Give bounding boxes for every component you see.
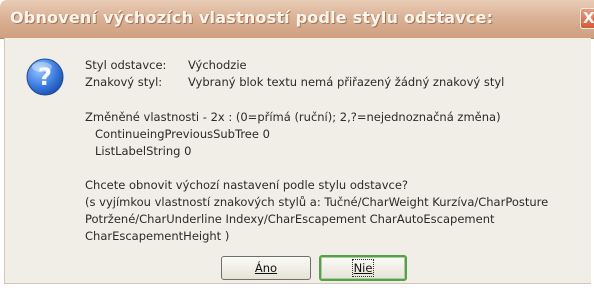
title-bar[interactable]: Obnovení výchozích vlastností podle styl… <box>0 0 594 39</box>
window-title: Obnovení výchozích vlastností podle styl… <box>10 8 494 27</box>
changed-property-item: ListLabelString 0 <box>95 144 192 158</box>
paragraph-style-value: Východzie <box>188 58 247 72</box>
question-line: Chcete obnovit výchozí nastavení podle s… <box>85 178 409 192</box>
question-icon: ? <box>26 58 64 96</box>
close-button[interactable]: X <box>580 8 594 29</box>
close-icon: X <box>583 9 594 27</box>
char-style-label: Znakový styl: <box>85 75 163 89</box>
no-button[interactable]: Nie <box>319 255 407 281</box>
svg-text:?: ? <box>38 63 52 91</box>
no-button-label: Nie <box>351 259 375 277</box>
question-line: CharEscapementHeight ) <box>85 229 230 243</box>
dialog-window: Obnovení výchozích vlastností podle styl… <box>0 0 594 288</box>
question-line: (s vyjímkou vlastností znakových stylů a… <box>85 195 549 209</box>
yes-button[interactable]: Áno <box>221 256 311 280</box>
yes-button-label: Áno <box>254 261 278 275</box>
char-style-value: Vybraný blok textu nemá přiřazený žádný … <box>188 75 505 89</box>
changed-property-item: ContinueingPreviousSubTree 0 <box>95 127 270 141</box>
question-line: Potržené/CharUnderline Indexy/CharEscape… <box>85 212 495 226</box>
changed-properties-header: Změněné vlastnosti - 2x : (0=přímá (ručn… <box>85 110 501 124</box>
paragraph-style-label: Styl odstavce: <box>85 58 167 72</box>
